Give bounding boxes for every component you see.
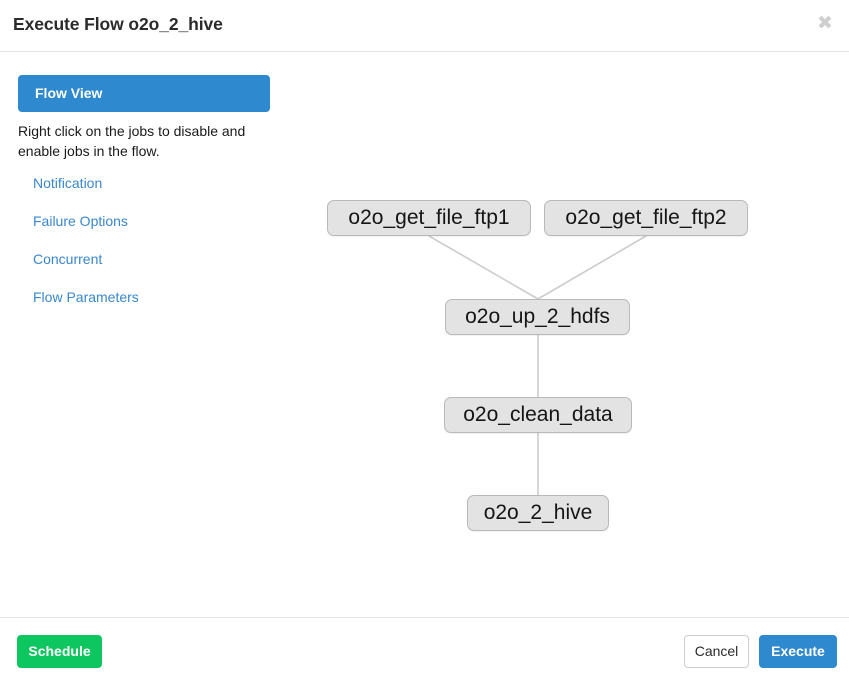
sidebar-description: Right click on the jobs to disable and e… (18, 123, 246, 159)
sidebar-item-failure-options[interactable]: Failure Options (18, 213, 128, 229)
page-title: Execute Flow o2o_2_hive (13, 14, 223, 34)
flow-node-o2o_clean_data[interactable]: o2o_clean_data (444, 397, 632, 433)
modal-footer: Schedule Cancel Execute (0, 617, 849, 674)
flow-node-o2o_2_hive[interactable]: o2o_2_hive (467, 495, 609, 531)
sidebar-item-concurrent[interactable]: Concurrent (18, 251, 102, 267)
flow-node-o2o_get_file_ftp1[interactable]: o2o_get_file_ftp1 (327, 200, 531, 236)
tab-flow-view[interactable]: Flow View (18, 75, 270, 112)
close-icon[interactable]: ✖ (811, 10, 839, 38)
flow-edge (428, 235, 539, 300)
modal-body: Flow View Right click on the jobs to dis… (0, 52, 849, 617)
flow-edge (537, 235, 647, 300)
list-item: Concurrent (18, 251, 270, 269)
flow-graph[interactable]: o2o_get_file_ftp1 o2o_get_file_ftp2 o2o_up… (280, 52, 849, 617)
sidebar-link-list: Notification Failure Options Concurrent … (18, 175, 270, 307)
sidebar-item-notification[interactable]: Notification (18, 175, 102, 191)
sidebar: Flow View Right click on the jobs to dis… (18, 75, 270, 327)
list-item: Failure Options (18, 213, 270, 231)
execute-button[interactable]: Execute (759, 635, 837, 668)
list-item: Flow Parameters (18, 289, 270, 307)
cancel-button[interactable]: Cancel (684, 635, 749, 668)
flow-node-o2o_up_2_hdfs[interactable]: o2o_up_2_hdfs (445, 299, 630, 335)
schedule-button[interactable]: Schedule (17, 635, 102, 668)
execute-flow-modal: Execute Flow o2o_2_hive ✖ Flow View Righ… (0, 0, 849, 674)
sidebar-item-flow-parameters[interactable]: Flow Parameters (18, 289, 139, 305)
list-item: Notification (18, 175, 270, 193)
modal-header: Execute Flow o2o_2_hive ✖ (0, 0, 849, 52)
flow-node-o2o_get_file_ftp2[interactable]: o2o_get_file_ftp2 (544, 200, 748, 236)
